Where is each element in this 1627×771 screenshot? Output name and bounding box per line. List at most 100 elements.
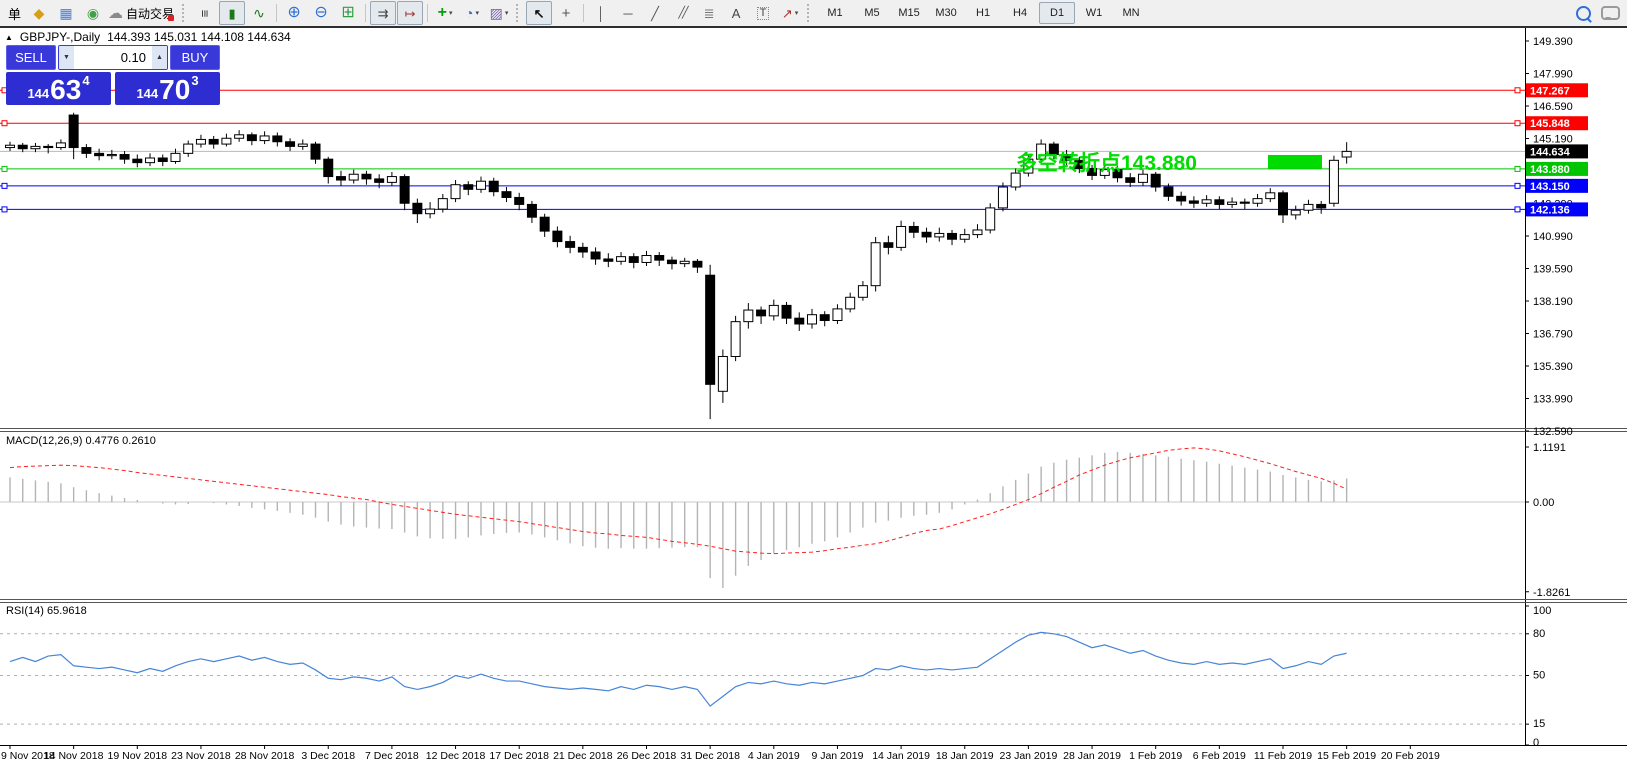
svg-text:17 Dec 2018: 17 Dec 2018 <box>489 750 549 762</box>
svg-text:28 Jan 2019: 28 Jan 2019 <box>1063 750 1121 762</box>
svg-text:15 Feb 2019: 15 Feb 2019 <box>1317 750 1376 762</box>
zoom-in-icon[interactable]: ⊕ <box>281 1 307 25</box>
rsi-axis: 100 80 50 15 0 <box>1525 605 1551 749</box>
shapes-tool[interactable]: ↗▾ <box>777 1 803 25</box>
toolbar-drag-handle <box>516 4 522 22</box>
svg-text:28 Nov 2018: 28 Nov 2018 <box>235 750 295 762</box>
buy-button[interactable]: BUY <box>170 45 220 70</box>
svg-text:0: 0 <box>1533 737 1539 749</box>
svg-text:145.848: 145.848 <box>1530 118 1570 130</box>
svg-text:50: 50 <box>1533 670 1545 682</box>
volume-control: ▼ 0.10 ▲ <box>58 45 168 70</box>
svg-text:23 Jan 2019: 23 Jan 2019 <box>999 750 1057 762</box>
svg-text:143.880: 143.880 <box>1530 164 1570 176</box>
search-icon[interactable] <box>1570 1 1596 25</box>
svg-text:6 Feb 2019: 6 Feb 2019 <box>1193 750 1246 762</box>
cursor-tool[interactable]: ↖ <box>526 1 552 25</box>
svg-text:142.136: 142.136 <box>1530 204 1570 216</box>
svg-text:3 Dec 2018: 3 Dec 2018 <box>301 750 355 762</box>
timeframe-d1-button[interactable]: D1 <box>1039 2 1075 24</box>
toolbar-separator <box>365 4 366 22</box>
volume-decrease-button[interactable]: ▼ <box>59 46 74 69</box>
timeframe-m30-button[interactable]: M30 <box>928 2 964 24</box>
svg-text:15: 15 <box>1533 718 1545 730</box>
buy-price-sup: 3 <box>191 73 198 88</box>
chart-canvas[interactable]: 多空转折点143.880 149.390147.990146.590145.190… <box>0 28 1627 771</box>
channel-tool[interactable]: ╱╱ <box>669 1 695 25</box>
chart-header: ▲ GBPJPY-,Daily 144.393 145.031 144.108 … <box>5 30 291 44</box>
chat-icon[interactable] <box>1597 1 1623 25</box>
svg-text:4 Jan 2019: 4 Jan 2019 <box>748 750 800 762</box>
toolbar-separator <box>583 4 584 22</box>
timeframe-h1-button[interactable]: H1 <box>965 2 1001 24</box>
svg-text:149.390: 149.390 <box>1533 36 1573 48</box>
rsi-pane <box>0 632 1525 724</box>
trendline-tool[interactable]: ╱ <box>642 1 668 25</box>
line-chart-icon[interactable]: ∿ <box>246 1 272 25</box>
price-level-lines <box>0 88 1525 212</box>
volume-increase-button[interactable]: ▲ <box>152 46 167 69</box>
sell-price-display[interactable]: 144 63 4 <box>6 72 111 105</box>
one-click-trade-panel: SELL ▼ 0.10 ▲ BUY 144 63 4 144 70 3 <box>6 45 220 105</box>
collapse-arrow-icon[interactable]: ▲ <box>5 33 13 42</box>
toolbar-drag-handle <box>182 4 188 22</box>
crosshair-tool[interactable]: + <box>553 1 579 25</box>
svg-text:31 Dec 2018: 31 Dec 2018 <box>680 750 740 762</box>
svg-text:18 Jan 2019: 18 Jan 2019 <box>936 750 994 762</box>
periods-icon[interactable]: ◔▾ <box>459 1 485 25</box>
charts-window-icon[interactable]: ▦ <box>53 1 79 25</box>
zoom-out-icon[interactable]: ⊖ <box>308 1 334 25</box>
svg-text:136.790: 136.790 <box>1533 328 1573 340</box>
macd-label: MACD(12,26,9) 0.4776 0.2610 <box>6 435 156 447</box>
sell-price-prefix: 144 <box>27 86 49 101</box>
horizontal-line-tool[interactable]: ─ <box>615 1 641 25</box>
buy-price-display[interactable]: 144 70 3 <box>115 72 220 105</box>
autotrading-button[interactable]: ☁自动交易 <box>107 1 178 25</box>
auto-scroll-icon[interactable]: ⇉ <box>370 1 396 25</box>
chart-shift-icon[interactable]: ↦ <box>397 1 423 25</box>
timeframe-w1-button[interactable]: W1 <box>1076 2 1112 24</box>
svg-text:1.1191: 1.1191 <box>1533 442 1566 454</box>
svg-text:135.390: 135.390 <box>1533 361 1573 373</box>
svg-text:139.590: 139.590 <box>1533 263 1573 275</box>
svg-text:1 Feb 2019: 1 Feb 2019 <box>1129 750 1182 762</box>
chart-region: 多空转折点143.880 149.390147.990146.590145.190… <box>0 28 1627 771</box>
candlestick-chart-icon[interactable]: ▮ <box>219 1 245 25</box>
price-axis: 149.390147.990146.590145.190143.790142.3… <box>1525 36 1588 438</box>
search-icon <box>1576 6 1591 21</box>
buy-price-prefix: 144 <box>136 86 158 101</box>
sell-price-main: 63 <box>50 77 81 103</box>
indicators-icon[interactable]: +▾ <box>432 1 458 25</box>
svg-text:23 Nov 2018: 23 Nov 2018 <box>171 750 231 762</box>
timeframe-m15-button[interactable]: M15 <box>891 2 927 24</box>
sell-button[interactable]: SELL <box>6 45 56 70</box>
timeframe-m1-button[interactable]: M1 <box>817 2 853 24</box>
timeframe-h4-button[interactable]: H4 <box>1002 2 1038 24</box>
highlight-box <box>1268 155 1322 169</box>
svg-text:20 Feb 2019: 20 Feb 2019 <box>1381 750 1440 762</box>
bar-chart-icon[interactable]: ≡ <box>192 1 218 25</box>
text-label-tool[interactable]: T <box>750 1 776 25</box>
timeframe-mn-button[interactable]: MN <box>1113 2 1149 24</box>
text-tool[interactable]: A <box>723 1 749 25</box>
svg-text:14 Nov 2018: 14 Nov 2018 <box>44 750 104 762</box>
bull-bear-turning-point-text: 多空转折点143.880 <box>1016 151 1197 175</box>
templates-icon[interactable]: ▨▾ <box>486 1 512 25</box>
timeframe-m5-button[interactable]: M5 <box>854 2 890 24</box>
signals-icon[interactable]: ◉ <box>80 1 106 25</box>
rsi-label: RSI(14) 65.9618 <box>6 605 87 617</box>
svg-text:140.990: 140.990 <box>1533 231 1573 243</box>
svg-text:80: 80 <box>1533 628 1545 640</box>
svg-text:12 Dec 2018: 12 Dec 2018 <box>426 750 486 762</box>
tile-windows-icon[interactable]: ⊞ <box>335 1 361 25</box>
volume-input[interactable]: 0.10 <box>74 46 152 69</box>
svg-text:14 Jan 2019: 14 Jan 2019 <box>872 750 930 762</box>
svg-text:132.590: 132.590 <box>1533 426 1573 438</box>
svg-text:-1.8261: -1.8261 <box>1533 587 1570 599</box>
new-order-icon[interactable]: ◆ <box>26 1 52 25</box>
fibonacci-tool[interactable]: ≣ <box>696 1 722 25</box>
vertical-line-tool[interactable]: │ <box>588 1 614 25</box>
svg-text:100: 100 <box>1533 605 1551 617</box>
svg-text:0.00: 0.00 <box>1533 497 1554 509</box>
svg-text:138.190: 138.190 <box>1533 296 1573 308</box>
